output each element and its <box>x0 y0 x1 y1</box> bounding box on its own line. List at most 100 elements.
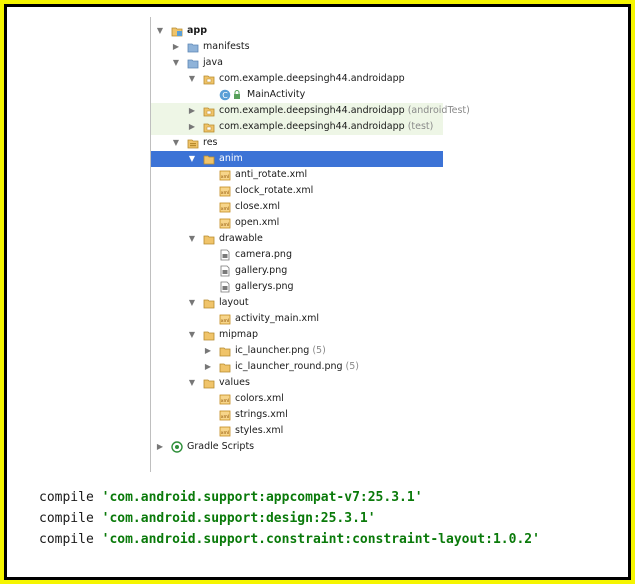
svg-text:xml: xml <box>221 430 229 436</box>
class-icon: C <box>219 89 231 101</box>
tree-label: close.xml <box>235 201 281 212</box>
tree-file[interactable]: xml activity_main.xml <box>151 311 443 327</box>
image-file-icon <box>220 249 230 261</box>
tree-label: styles.xml <box>235 425 284 436</box>
svg-text:xml: xml <box>221 190 229 196</box>
svg-text:xml: xml <box>221 174 229 180</box>
package-icon <box>203 107 215 117</box>
chevron-down-icon[interactable]: ▼ <box>187 295 197 311</box>
xml-file-icon: xml <box>219 394 231 405</box>
tree-file[interactable]: xml styles.xml <box>151 423 443 439</box>
chevron-right-icon[interactable]: ▶ <box>203 359 213 375</box>
tree-node-main-activity[interactable]: C MainActivity <box>151 87 443 103</box>
package-icon <box>203 123 215 133</box>
source-set-suffix: (androidTest) <box>407 105 470 116</box>
tree-file[interactable]: xml close.xml <box>151 199 443 215</box>
tree-label: layout <box>219 297 249 308</box>
tree-node-res[interactable]: ▼ res <box>151 135 443 151</box>
image-file-icon <box>220 281 230 293</box>
xml-file-icon: xml <box>219 170 231 181</box>
tree-label: camera.png <box>235 249 292 260</box>
module-folder-icon <box>171 27 183 37</box>
tree-label: Gradle Scripts <box>187 441 255 452</box>
code-string: 'com.android.support.constraint:constrai… <box>101 532 540 547</box>
tree-node-app[interactable]: ▼ app <box>151 23 443 39</box>
chevron-down-icon[interactable]: ▼ <box>187 231 197 247</box>
folder-icon <box>187 59 199 69</box>
xml-file-icon: xml <box>219 202 231 213</box>
tree-label: ic_launcher.png (5) <box>235 343 326 359</box>
svg-text:xml: xml <box>221 222 229 228</box>
tree-file[interactable]: xml anti_rotate.xml <box>151 167 443 183</box>
tree-file[interactable]: camera.png <box>151 247 443 263</box>
tree-file[interactable]: gallerys.png <box>151 279 443 295</box>
tree-node-package-test[interactable]: ▶ com.example.deepsingh44.androidapp (tes… <box>151 119 443 135</box>
tree-label: activity_main.xml <box>235 313 320 324</box>
tree-node-package-main[interactable]: ▼ com.example.deepsingh44.androidapp <box>151 71 443 87</box>
source-set-suffix: (test) <box>407 121 434 132</box>
file-name: ic_launcher.png <box>235 345 310 356</box>
tree-label: app <box>187 25 208 36</box>
folder-icon <box>203 331 215 341</box>
lock-icon <box>234 90 240 99</box>
tree-node-gradle-scripts[interactable]: ▶ Gradle Scripts <box>151 439 443 455</box>
tree-label: colors.xml <box>235 393 284 404</box>
package-name: com.example.deepsingh44.androidapp <box>219 105 405 116</box>
chevron-down-icon[interactable]: ▼ <box>171 55 181 71</box>
chevron-right-icon[interactable]: ▶ <box>171 39 181 55</box>
folder-icon <box>203 235 215 245</box>
tree-file[interactable]: xml clock_rotate.xml <box>151 183 443 199</box>
code-keyword: compile <box>39 490 94 505</box>
code-line: compile 'com.android.support:appcompat-v… <box>39 490 423 505</box>
chevron-down-icon[interactable]: ▼ <box>187 375 197 391</box>
tree-label: anti_rotate.xml <box>235 169 308 180</box>
tree-node-ic-launcher[interactable]: ▶ ic_launcher.png (5) <box>151 343 443 359</box>
tree-file[interactable]: xml strings.xml <box>151 407 443 423</box>
tree-label: gallery.png <box>235 265 288 276</box>
tree-node-ic-launcher-round[interactable]: ▶ ic_launcher_round.png (5) <box>151 359 443 375</box>
code-keyword: compile <box>39 511 94 526</box>
tree-label: clock_rotate.xml <box>235 185 314 196</box>
project-tree: ▼ app ▶ manifests ▼ java ▼ com.example.d… <box>150 17 470 472</box>
tree-file[interactable]: gallery.png <box>151 263 443 279</box>
tree-file[interactable]: xml open.xml <box>151 215 443 231</box>
svg-text:xml: xml <box>221 206 229 212</box>
tree-node-anim[interactable]: ▼ anim <box>151 151 443 167</box>
tree-node-drawable[interactable]: ▼ drawable <box>151 231 443 247</box>
tree-node-values[interactable]: ▼ values <box>151 375 443 391</box>
chevron-down-icon[interactable]: ▼ <box>171 135 181 151</box>
chevron-down-icon[interactable]: ▼ <box>187 71 197 87</box>
tree-file[interactable]: xml colors.xml <box>151 391 443 407</box>
tree-node-java[interactable]: ▼ java <box>151 55 443 71</box>
tree-label: mipmap <box>219 329 259 340</box>
chevron-right-icon[interactable]: ▶ <box>187 119 197 135</box>
tree-node-manifests[interactable]: ▶ manifests <box>151 39 443 55</box>
chevron-right-icon[interactable]: ▶ <box>187 103 197 119</box>
tree-node-mipmap[interactable]: ▼ mipmap <box>151 327 443 343</box>
chevron-down-icon[interactable]: ▼ <box>155 23 165 39</box>
tree-label: open.xml <box>235 217 280 228</box>
chevron-right-icon[interactable]: ▶ <box>203 343 213 359</box>
tree-label: manifests <box>203 41 250 52</box>
chevron-right-icon[interactable]: ▶ <box>155 439 165 455</box>
tree-label: MainActivity <box>247 89 306 100</box>
image-file-icon <box>220 265 230 277</box>
code-string: 'com.android.support:design:25.3.1' <box>101 511 376 526</box>
tree-label: com.example.deepsingh44.androidapp <box>219 73 405 84</box>
tree-node-package-android-test[interactable]: ▶ com.example.deepsingh44.androidapp (and… <box>151 103 470 119</box>
tree-label: ic_launcher_round.png (5) <box>235 359 359 375</box>
svg-text:xml: xml <box>221 318 229 324</box>
chevron-down-icon[interactable]: ▼ <box>187 151 197 167</box>
folder-icon <box>219 363 231 373</box>
svg-text:xml: xml <box>221 414 229 420</box>
folder-icon <box>203 155 215 165</box>
tree-label: gallerys.png <box>235 281 294 292</box>
tree-label: anim <box>219 153 243 164</box>
folder-icon <box>203 379 215 389</box>
xml-file-icon: xml <box>219 410 231 421</box>
svg-text:C: C <box>222 91 228 100</box>
chevron-down-icon[interactable]: ▼ <box>187 327 197 343</box>
code-keyword: compile <box>39 532 94 547</box>
tree-node-layout[interactable]: ▼ layout <box>151 295 443 311</box>
package-icon <box>203 75 215 85</box>
